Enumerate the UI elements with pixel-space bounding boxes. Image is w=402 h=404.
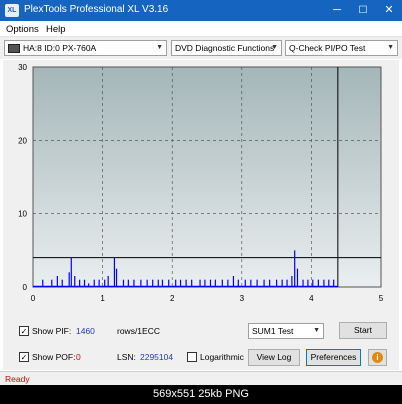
x-tick-label: 2 (170, 294, 175, 303)
menu-options[interactable]: Options (6, 24, 39, 35)
show-pof-label: Show POF: (32, 352, 76, 362)
x-tick-label: 3 (240, 294, 245, 303)
y-tick-label: 0 (23, 283, 28, 292)
y-tick-label: 30 (18, 63, 27, 72)
chevron-down-icon: ▼ (156, 44, 163, 51)
chevron-down-icon: ▼ (271, 44, 278, 51)
y-tick-label: 20 (18, 136, 27, 145)
info-button[interactable]: i (368, 349, 387, 366)
menu-bar: Options Help (0, 21, 402, 37)
pif-unit: rows/1ECC (117, 326, 160, 336)
info-icon: i (372, 352, 383, 363)
x-tick-label: 5 (379, 294, 384, 303)
pif-value: 1460 (76, 326, 95, 336)
preferences-button[interactable]: Preferences (306, 349, 361, 366)
pi-po-chart: 0 1 2 3 4 5 0 10 20 30 (18, 63, 384, 303)
window-title: PlexTools Professional XL V3.16 (24, 4, 169, 15)
y-tick-label: 10 (18, 210, 27, 219)
image-caption: 569x551 25kb PNG (0, 385, 402, 404)
minimize-button[interactable]: ─ (324, 0, 350, 21)
controls-panel: ✓ Show PIF: 1460 rows/1ECC ✓ Show POF: 0… (3, 314, 399, 370)
test-select[interactable]: Q-Check PI/PO Test ▼ (285, 40, 398, 56)
test-select-value: Q-Check PI/PO Test (289, 43, 366, 53)
title-bar[interactable]: XL PlexTools Professional XL V3.16 ─ ☐ ✕ (0, 0, 402, 21)
status-text: Ready (5, 374, 30, 384)
show-pif-checkbox[interactable]: ✓ (19, 326, 29, 336)
logarithmic-checkbox[interactable] (187, 352, 197, 362)
function-select-value: DVD Diagnostic Functions (175, 43, 275, 53)
lsn-label: LSN: (117, 352, 136, 362)
x-tick-label: 0 (31, 294, 36, 303)
x-tick-label: 4 (309, 294, 314, 303)
drive-select[interactable]: HA:8 ID:0 PX-760A ▼ (4, 40, 167, 56)
close-button[interactable]: ✕ (376, 0, 402, 21)
logarithmic-label: Logarithmic (200, 352, 244, 362)
lsn-value: 2295104 (140, 352, 174, 362)
pof-value: 0 (76, 352, 81, 362)
drive-select-value: HA:8 ID:0 PX-760A (23, 43, 97, 53)
sum-mode-select[interactable]: SUM1 Test ▼ (248, 323, 324, 339)
status-bar: Ready (0, 371, 402, 385)
drive-icon (8, 44, 20, 54)
plot-area (32, 66, 382, 288)
start-button[interactable]: Start (339, 322, 387, 339)
show-pof-checkbox[interactable]: ✓ (19, 352, 29, 362)
chevron-down-icon: ▼ (387, 44, 394, 51)
x-tick-label: 1 (100, 294, 105, 303)
chevron-down-icon: ▼ (313, 327, 320, 334)
view-log-button[interactable]: View Log (248, 349, 300, 366)
app-icon: XL (5, 4, 19, 17)
menu-help[interactable]: Help (46, 24, 66, 35)
chart-panel: 0 1 2 3 4 5 0 10 20 30 (3, 60, 399, 314)
sum-mode-value: SUM1 Test (252, 326, 294, 336)
toolbar: HA:8 ID:0 PX-760A ▼ DVD Diagnostic Funct… (0, 37, 402, 59)
function-select[interactable]: DVD Diagnostic Functions ▼ (171, 40, 282, 56)
show-pif-label: Show PIF: (32, 326, 72, 336)
maximize-button[interactable]: ☐ (350, 0, 376, 21)
